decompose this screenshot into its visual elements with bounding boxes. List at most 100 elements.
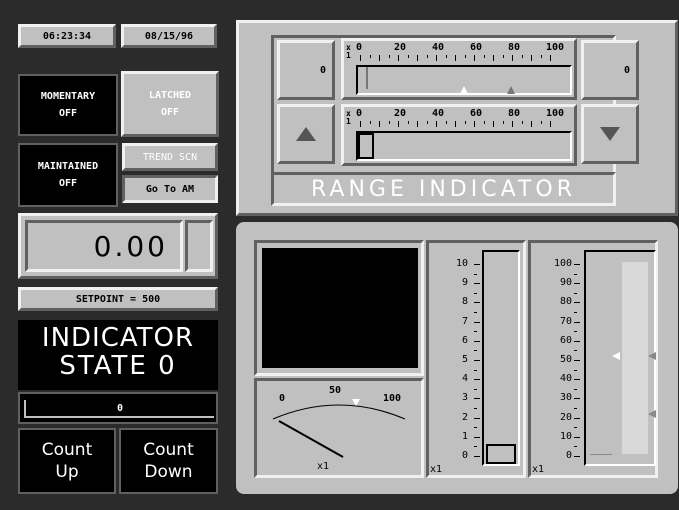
bar-graph-2-scale-major-tick	[574, 436, 580, 438]
trend-scn-button[interactable]: TREND SCN	[122, 143, 218, 171]
meter-multiplier: x1	[317, 461, 330, 472]
count-down-label: Count Down	[143, 440, 194, 482]
date-text: 08/15/96	[144, 30, 194, 42]
bar-graph-2-zero-line	[590, 454, 612, 455]
bar-graph-2-scale-minor-tick	[574, 292, 577, 294]
bar-graph-1-scale-major-tick	[474, 340, 480, 342]
range-up-button[interactable]	[277, 104, 335, 164]
range-bar-2-tick	[521, 121, 523, 124]
bar-graph-2-scale-major-tick	[574, 379, 580, 381]
range-bar-1-tick	[379, 55, 380, 61]
bar-graph-1-multiplier: x1	[430, 464, 443, 475]
bar-graph-1-scale-major-tick	[474, 379, 480, 381]
bar-graph-2-scale-label: 100	[553, 258, 572, 269]
range-bar-1-tick	[360, 55, 361, 61]
bar-graph-2-scale-minor-tick	[574, 273, 577, 275]
bar-graph-1-scale-minor-tick	[474, 408, 477, 409]
up-arrow-icon	[296, 127, 316, 141]
range-bar-1-scale-label: 60	[470, 42, 483, 53]
bar-graph-2-scale-major-tick	[574, 360, 580, 361]
indicator-state-panel: INDICATOR STATE 0	[18, 320, 218, 390]
range-bar-2-tick	[502, 121, 504, 124]
bar-graph-1-scale-label: 0	[461, 450, 468, 461]
range-title: RANGE INDICATOR	[311, 176, 576, 202]
range-bar-2-tick	[455, 121, 456, 127]
meter-label-0: 0	[279, 393, 286, 404]
bar-graph-1-scale-major-tick	[474, 417, 480, 419]
range-bar-1-tick	[483, 55, 485, 58]
range-bar-2-scale-label: 0	[356, 108, 363, 119]
bar-graph-1-scale-minor-tick	[474, 388, 477, 390]
value-field: 0.00	[25, 220, 183, 272]
range-bar-2-fill	[358, 133, 374, 159]
range-bar-1-tick	[398, 55, 399, 61]
bar-graph-1-scale-label: 4	[461, 373, 468, 385]
range-bar-2-tick	[407, 121, 409, 124]
bar-graph-1-scale-minor-tick	[474, 369, 477, 371]
range-bar-1-tick	[531, 55, 532, 61]
bar-graph-1-scale-major-tick	[474, 283, 480, 285]
range-bar-2-scale-label: 40	[432, 108, 445, 119]
count-up-button[interactable]: Count Up	[18, 428, 116, 494]
range-bar-2-scale-label: 80	[508, 108, 521, 119]
bar-graph-1-scale-minor-tick	[474, 427, 477, 429]
range-bar-1-scale-label: 20	[394, 42, 407, 53]
bar-graph-2-scale-label: 60	[559, 334, 572, 346]
bar-graph-1-scale-major-tick	[474, 360, 480, 361]
bar-graph-2-scale-label: 90	[559, 277, 572, 289]
value-side-indicator	[185, 220, 213, 272]
setpoint-text: SETPOINT = 500	[75, 293, 161, 305]
range-left-value-text: 0	[319, 64, 326, 76]
maintained-button[interactable]: MAINTAINED OFF	[18, 143, 118, 207]
range-bar-1-tick	[445, 55, 447, 58]
bar-graph-2-scale-minor-tick	[574, 408, 577, 409]
momentary-state: OFF	[58, 108, 78, 119]
range-bar-1-tick	[426, 55, 428, 58]
range-bar-2-tick	[483, 121, 485, 124]
value-display-panel: 0.00	[18, 213, 218, 279]
bar-graph-2-marker-high-icon	[648, 352, 656, 360]
bar-graph-1-scale-major-tick	[474, 436, 480, 438]
range-bar-2-tick	[379, 121, 380, 127]
indicator-line2: STATE 0	[59, 351, 177, 381]
bar-graph-1-scale-minor-tick	[474, 331, 477, 333]
range-bar-1-tick	[455, 55, 456, 61]
range-bar-2-scale-label: 100	[546, 108, 565, 119]
range-bar-2-tick	[417, 121, 418, 127]
maintained-label: MAINTAINED	[37, 161, 99, 172]
bar-graph-1-scale-minor-tick	[474, 273, 477, 275]
date-display: 08/15/96	[121, 24, 217, 48]
bar-graph-2-scale-label: 10	[559, 430, 572, 442]
range-bar-1-x-label: x	[346, 43, 351, 52]
maintained-state: OFF	[58, 178, 78, 189]
time-text: 06:23:34	[42, 30, 92, 42]
range-bar-1-tick	[417, 55, 418, 61]
range-bar-1-tick	[502, 55, 504, 58]
range-bar-1-scale-label: 0	[356, 42, 363, 53]
bar-graph-2-multiplier: x1	[532, 464, 545, 475]
bar-graph-1-scale-label: 7	[461, 315, 468, 327]
bar-graph-2-scale-minor-tick	[574, 388, 577, 390]
range-bar-1-scale-label: 80	[508, 42, 521, 53]
bar-graph-2-scale-major-tick	[574, 321, 580, 323]
bar-graph-2-scale-label: 20	[559, 411, 572, 423]
momentary-button[interactable]: MOMENTARY OFF	[18, 74, 118, 136]
range-bar-1-tick	[407, 55, 409, 58]
bar-graph-1-scale-minor-tick	[474, 350, 477, 352]
range-bar-2-tick	[512, 121, 513, 127]
bar-graph-1-scale-label: 8	[461, 296, 468, 308]
bar-graph-1-scale-label: 10	[455, 258, 468, 269]
latched-button[interactable]: LATCHED OFF	[121, 71, 219, 137]
range-bar-2-tick	[474, 121, 475, 127]
go-to-am-button[interactable]: Go To AM	[122, 175, 218, 203]
range-title-box: RANGE INDICATOR	[271, 172, 616, 206]
range-bar-1	[341, 38, 577, 100]
range-bar-2-tick	[436, 121, 437, 127]
range-bar-2	[341, 104, 577, 166]
bar-graph-1-scale-minor-tick	[474, 292, 477, 294]
momentary-label: MOMENTARY	[40, 91, 96, 102]
range-down-button[interactable]	[581, 104, 639, 164]
range-right-value: 0	[581, 40, 639, 100]
count-down-button[interactable]: Count Down	[119, 428, 218, 494]
bar-graph-1-scale-minor-tick	[474, 446, 477, 448]
